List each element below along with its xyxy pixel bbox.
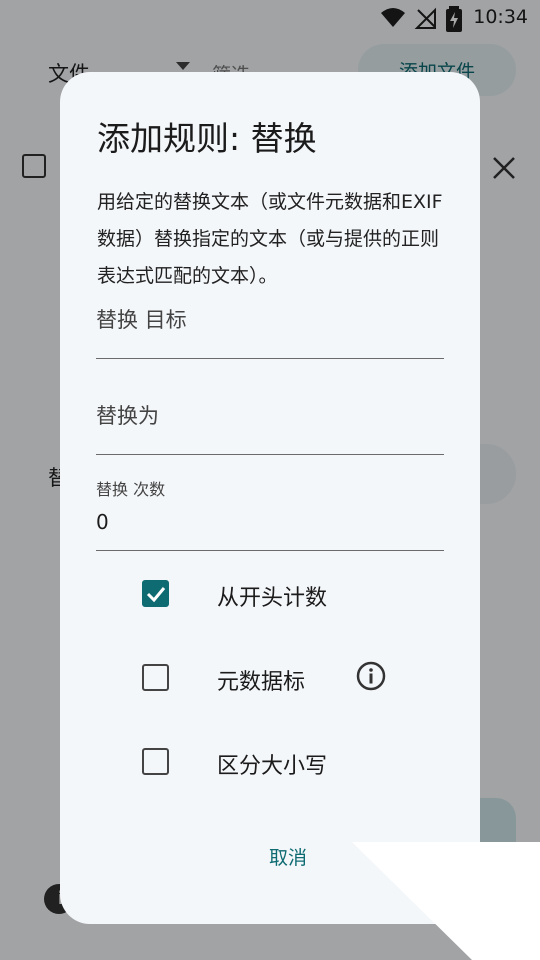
replace-count-label: 替换 次数 [96,480,166,499]
dialog-title: 添加规则: 替换 [97,119,317,158]
replace-count-field[interactable]: 替换 次数 0 [96,476,444,551]
replace-with-placeholder: 替换为 [96,404,159,428]
dialog-description: 用给定的替换文本（或文件元数据和EXIF数据）替换指定的文本（或与提供的正则表达… [97,191,443,287]
option-case-sensitive[interactable]: 区分大小写 [142,740,462,784]
case-sensitive-checkbox[interactable] [142,748,169,775]
option-metadata-tag[interactable]: 元数据标 [142,656,462,700]
case-sensitive-label: 区分大小写 [217,754,328,779]
check-icon [146,587,166,603]
count-from-start-checkbox[interactable] [142,580,169,607]
count-from-start-label: 从开头计数 [217,586,328,611]
corner-overlay [352,842,540,960]
metadata-tag-label: 元数据标 [217,670,306,695]
replace-target-field[interactable]: 替换 目标 [96,300,444,359]
metadata-tag-checkbox[interactable] [142,664,169,691]
replace-target-placeholder: 替换 目标 [96,308,187,332]
option-count-from-start[interactable]: 从开头计数 [142,572,462,616]
info-icon[interactable] [356,661,386,691]
add-rule-dialog: 添加规则: 替换 用给定的替换文本（或文件元数据和EXIF数据）替换指定的文本（… [60,72,480,924]
replace-with-field[interactable]: 替换为 [96,396,444,455]
cancel-button[interactable]: 取消 [248,838,328,878]
replace-count-value[interactable]: 0 [96,510,109,534]
